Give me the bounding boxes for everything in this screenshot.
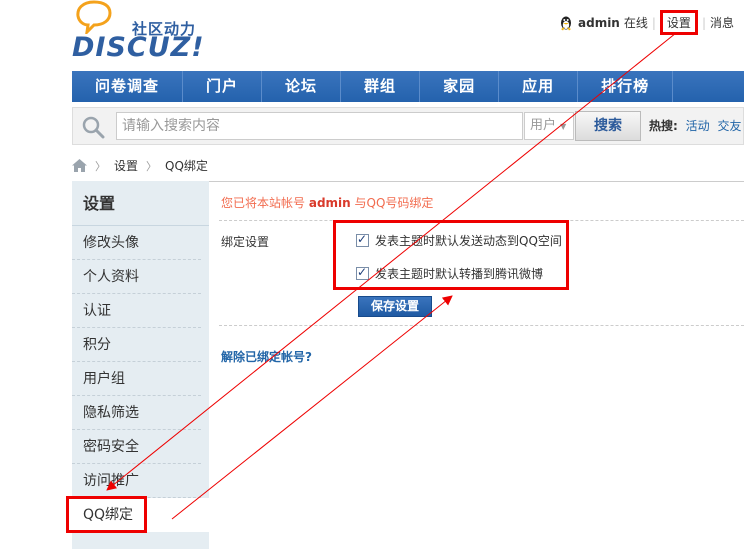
sidebar-title: 设置: [72, 181, 209, 226]
divider: [219, 325, 744, 326]
username-link[interactable]: admin: [578, 16, 620, 30]
weibo-checkbox[interactable]: [356, 265, 369, 280]
main-nav: 问卷调查 门户 论坛 群组 家园 应用 排行榜: [72, 71, 744, 102]
qzone-checkbox[interactable]: [356, 232, 369, 247]
site-logo[interactable]: 社区动力 DISCUZ!: [72, 0, 207, 64]
hot-search-item[interactable]: 活动: [686, 119, 710, 133]
user-bar: admin 在线 | 设置 | 消息: [558, 10, 734, 35]
chevron-down-icon: ▼: [560, 122, 567, 131]
sidebar-item-privacy[interactable]: 隐私筛选: [72, 396, 201, 430]
nav-item-forum[interactable]: 论坛: [262, 71, 342, 102]
logo-bubble-icon: [76, 0, 112, 34]
divider: |: [701, 15, 706, 30]
breadcrumb: 〉 设置 〉 QQ绑定: [72, 157, 208, 174]
logo-brand: DISCUZ!: [72, 32, 205, 63]
option-label: 发表主题时默认转播到腾讯微博: [375, 267, 544, 281]
option-weibo[interactable]: 发表主题时默认转播到腾讯微博: [356, 265, 543, 282]
breadcrumb-item[interactable]: QQ绑定: [165, 157, 208, 174]
home-icon[interactable]: [72, 159, 87, 172]
sidebar-item-profile[interactable]: 个人资料: [72, 260, 201, 294]
nav-item-survey[interactable]: 问卷调查: [72, 71, 184, 102]
hot-search-label: 热搜:: [649, 119, 678, 133]
nav-item-home[interactable]: 家园: [420, 71, 500, 102]
chevron-right-icon: 〉: [95, 159, 106, 173]
breadcrumb-item[interactable]: 设置: [114, 157, 138, 174]
notice-prefix: 您已将本站帐号: [221, 196, 306, 210]
nav-item-portal[interactable]: 门户: [183, 71, 263, 102]
settings-sidebar: 设置 修改头像 个人资料 认证 积分 用户组 隐私筛选 密码安全 访问推广 QQ…: [72, 181, 209, 549]
bind-notice: 您已将本站帐号 admin 与QQ号码绑定: [221, 194, 433, 211]
hot-search: 热搜: 活动 交友: [649, 108, 742, 144]
annotation-box: [66, 496, 147, 533]
divider: |: [651, 15, 656, 30]
nav-item-ranking[interactable]: 排行榜: [578, 71, 674, 102]
option-qzone[interactable]: 发表主题时默认发送动态到QQ空间: [356, 232, 562, 249]
qq-penguin-icon: [561, 16, 571, 30]
sidebar-item-avatar[interactable]: 修改头像: [72, 226, 201, 260]
search-type-select[interactable]: 用户 ▼: [524, 112, 574, 140]
chevron-right-icon: 〉: [146, 159, 158, 173]
search-type-label: 用户: [530, 118, 557, 133]
sidebar-item-credits[interactable]: 积分: [72, 328, 201, 362]
messages-link[interactable]: 消息: [710, 14, 734, 31]
nav-item-groups[interactable]: 群组: [341, 71, 421, 102]
sidebar-item-password[interactable]: 密码安全: [72, 430, 201, 464]
option-label: 发表主题时默认发送动态到QQ空间: [375, 234, 562, 248]
main-content: 您已将本站帐号 admin 与QQ号码绑定 绑定设置 发表主题时默认发送动态到Q…: [209, 181, 744, 549]
save-settings-button[interactable]: 保存设置: [358, 296, 432, 317]
sidebar-item-usergroup[interactable]: 用户组: [72, 362, 201, 396]
search-input[interactable]: 请输入搜索内容: [116, 112, 523, 140]
notice-username: admin: [308, 196, 351, 210]
search-icon: [82, 116, 105, 139]
notice-suffix: 与QQ号码绑定: [354, 196, 434, 210]
sidebar-item-verify[interactable]: 认证: [72, 294, 201, 328]
bind-settings-label: 绑定设置: [221, 235, 270, 249]
unbind-account-link[interactable]: 解除已绑定帐号?: [221, 348, 312, 365]
search-button[interactable]: 搜索: [575, 111, 641, 141]
sidebar-item-promotion[interactable]: 访问推广: [72, 464, 201, 498]
search-bar: 请输入搜索内容 用户 ▼ 搜索 热搜: 活动 交友: [72, 107, 744, 145]
settings-link[interactable]: 设置: [659, 10, 698, 35]
hot-search-item[interactable]: 交友: [717, 119, 741, 133]
online-status[interactable]: 在线: [624, 14, 648, 31]
nav-item-apps[interactable]: 应用: [499, 71, 579, 102]
